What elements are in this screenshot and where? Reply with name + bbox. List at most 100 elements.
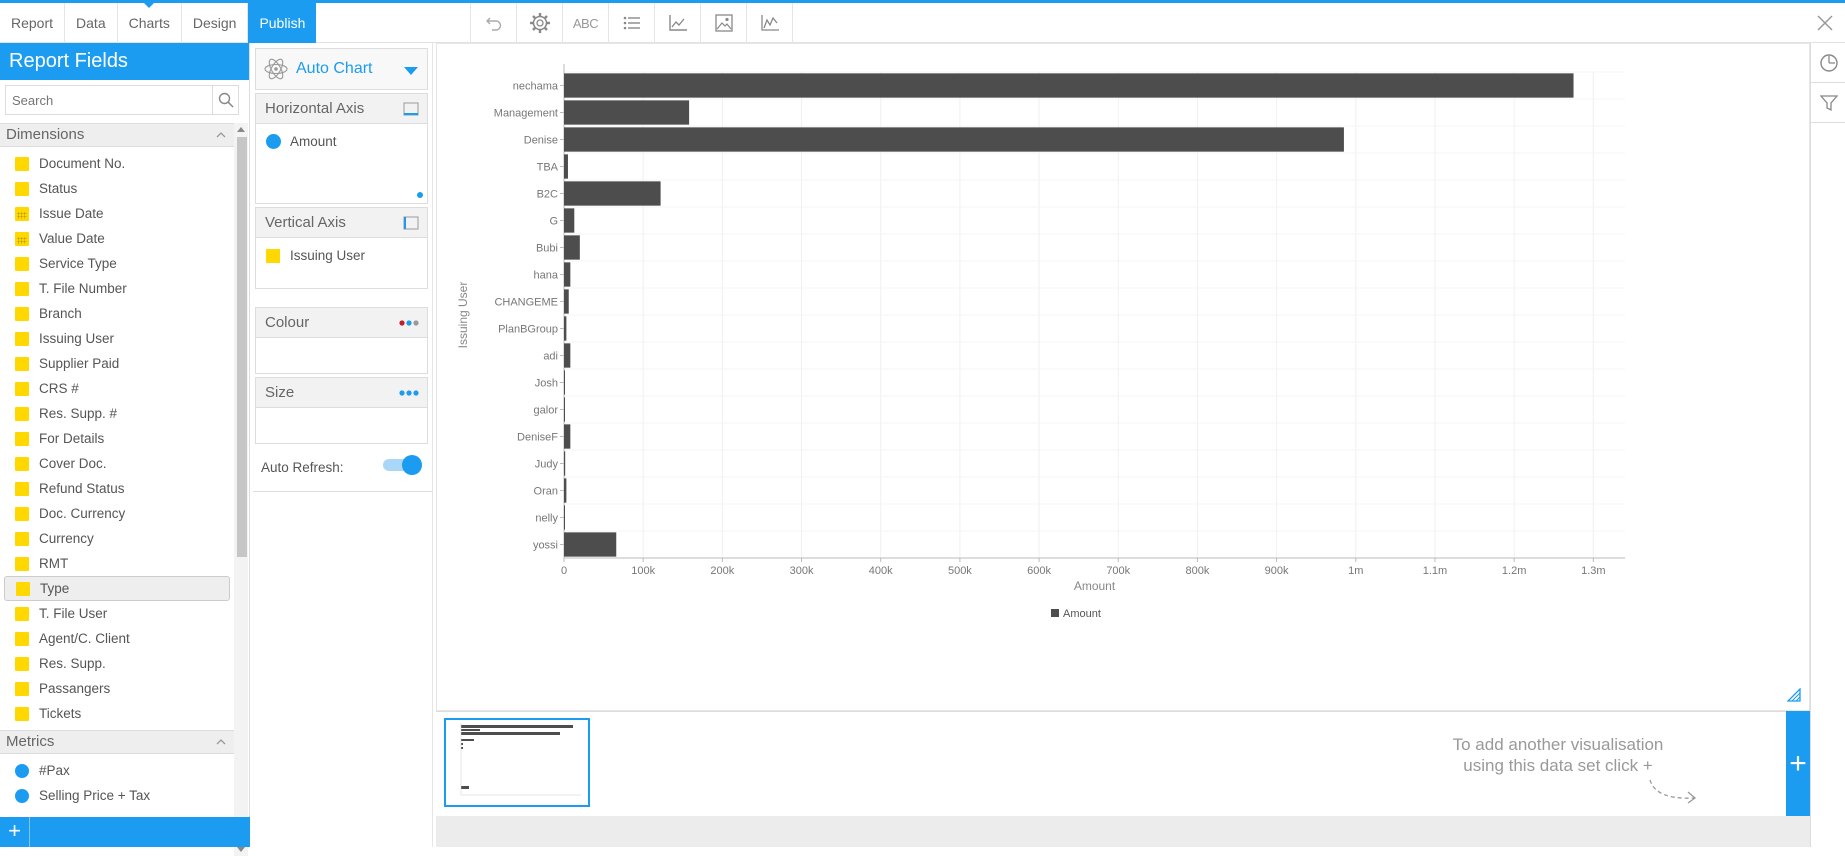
dimension-field[interactable]: Currency (4, 526, 230, 551)
bar (564, 343, 571, 368)
y-tick-label: G (549, 216, 558, 228)
metrics-title: Metrics (6, 733, 55, 750)
x-tick-label: 200k (710, 565, 734, 577)
dimension-field[interactable]: Res. Supp. # (4, 401, 230, 426)
colour-dots-icon (399, 320, 419, 326)
size-box[interactable]: Size (255, 377, 428, 444)
dimension-icon (15, 531, 29, 546)
vertical-axis-drop[interactable]: Issuing User (256, 238, 427, 273)
horizontal-axis-box[interactable]: Horizontal Axis Amount (255, 93, 428, 204)
dimension-field[interactable]: Value Date (4, 226, 230, 251)
dimension-field[interactable]: Cover Doc. (4, 451, 230, 476)
dimension-field[interactable]: T. File Number (4, 276, 230, 301)
tab-charts[interactable]: Charts (118, 3, 182, 43)
colour-box[interactable]: Colour (255, 307, 428, 374)
vertical-axis-box[interactable]: Vertical Axis Issuing User (255, 207, 428, 289)
chart-thumbnail[interactable] (444, 718, 590, 807)
resize-corner-icon[interactable] (1787, 688, 1801, 702)
dimension-field[interactable]: Doc. Currency (4, 501, 230, 526)
list-button[interactable] (609, 3, 655, 43)
line-chart-icon (760, 15, 779, 31)
tab-report[interactable]: Report (0, 3, 66, 43)
bar (564, 505, 565, 530)
size-header: Size (256, 378, 427, 408)
dimension-field[interactable]: T. File User (4, 601, 230, 626)
field-label: Tickets (39, 706, 82, 721)
bar (564, 397, 565, 422)
dimension-icon (15, 456, 29, 471)
size-drop[interactable] (256, 408, 427, 428)
metric-icon (15, 788, 29, 803)
y-tick-label: Bubi (536, 243, 558, 255)
dimension-field[interactable]: CRS # (4, 376, 230, 401)
dimension-field[interactable]: Refund Status (4, 476, 230, 501)
field-label: Supplier Paid (39, 356, 120, 371)
text-label-button[interactable]: ABC (563, 3, 609, 43)
x-tick-label: 400k (869, 565, 893, 577)
tab-data[interactable]: Data (65, 3, 118, 43)
timer-button[interactable] (1811, 43, 1845, 83)
resize-handle[interactable] (417, 192, 423, 198)
field-label: Refund Status (39, 481, 125, 496)
series-button[interactable] (747, 3, 793, 43)
x-tick-label: 1m (1348, 565, 1363, 577)
dimensions-header[interactable]: Dimensions (0, 123, 234, 147)
field-label: Currency (39, 531, 94, 546)
close-button[interactable] (1813, 9, 1837, 37)
metrics-header[interactable]: Metrics (0, 730, 234, 754)
search-button[interactable] (212, 86, 238, 114)
chart-type-selector[interactable]: Auto Chart (255, 48, 428, 90)
dimension-field[interactable]: For Details (4, 426, 230, 451)
image-button[interactable] (701, 3, 747, 43)
dimension-field[interactable]: Issuing User (4, 326, 230, 351)
pie-clock-icon (1819, 53, 1838, 72)
undo-button[interactable] (471, 3, 517, 43)
bar (564, 73, 1574, 98)
dimension-icon (15, 556, 29, 571)
metric-field[interactable]: Selling Price + Tax (4, 783, 230, 808)
dimension-icon (266, 248, 280, 263)
dimension-field[interactable]: Branch (4, 301, 230, 326)
field-label: #Pax (39, 763, 70, 778)
add-field-button[interactable]: + (0, 817, 30, 847)
auto-refresh-toggle[interactable] (383, 454, 423, 476)
scrollbar-thumb[interactable] (237, 137, 247, 557)
metric-field[interactable]: #Pax (4, 758, 230, 783)
chevron-up-icon (216, 132, 226, 138)
dimension-field[interactable]: Tickets (4, 701, 230, 726)
dimension-field[interactable]: Type (4, 576, 230, 601)
dimension-field[interactable]: Document No. (4, 151, 230, 176)
vertical-axis-field[interactable]: Issuing User (266, 248, 417, 263)
gear-icon (529, 13, 550, 33)
fields-scrollbar[interactable] (234, 123, 248, 856)
colour-drop[interactable] (256, 338, 427, 358)
dimension-field[interactable]: Agent/C. Client (4, 626, 230, 651)
y-tick-label: CHANGEME (494, 297, 558, 309)
dimension-icon (15, 256, 29, 271)
dimension-icon (15, 631, 29, 646)
dimension-field[interactable]: Issue Date (4, 201, 230, 226)
horizontal-axis-field[interactable]: Amount (266, 134, 417, 149)
tab-publish[interactable]: Publish (248, 3, 317, 43)
dimension-icon (15, 481, 29, 496)
bar-chart[interactable]: nechama Management Denise TBA B2C G Bubi hana CH… (437, 44, 1809, 710)
add-visualisation-button[interactable]: + (1786, 711, 1810, 816)
dimension-field[interactable]: Passangers (4, 676, 230, 701)
dimension-field[interactable]: RMT (4, 551, 230, 576)
dimension-field[interactable]: Res. Supp. (4, 651, 230, 676)
x-tick-label: 900k (1265, 565, 1289, 577)
x-tick-label: 100k (631, 565, 655, 577)
field-label: Res. Supp. (39, 656, 106, 671)
dimension-field[interactable]: Status (4, 176, 230, 201)
dimension-field[interactable]: Supplier Paid (4, 351, 230, 376)
dimension-field[interactable]: Service Type (4, 251, 230, 276)
filter-button[interactable] (1811, 83, 1845, 123)
bar (564, 451, 566, 476)
tab-design[interactable]: Design (182, 3, 249, 43)
axis-button[interactable] (655, 3, 701, 43)
chart-settings-button[interactable] (517, 3, 563, 43)
horizontal-axis-drop[interactable]: Amount (256, 124, 427, 198)
image-icon (714, 14, 733, 32)
field-label: Selling Price + Tax (39, 788, 151, 803)
search-input[interactable] (6, 86, 213, 114)
